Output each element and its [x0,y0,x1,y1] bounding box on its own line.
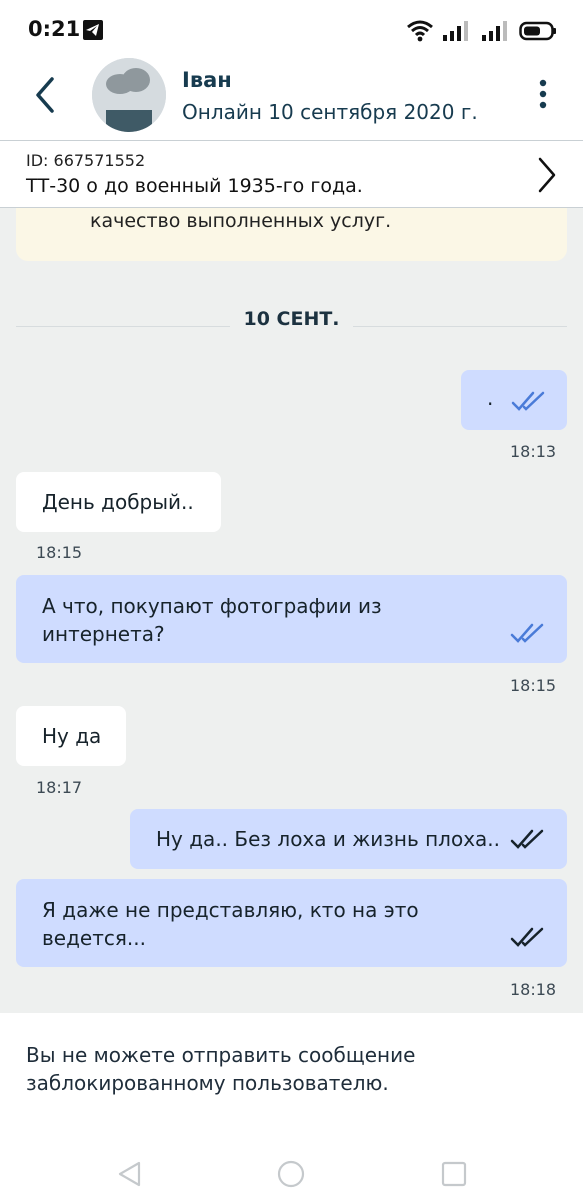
avatar-placeholder-icon [92,58,166,132]
nav-recents-icon[interactable] [439,1159,469,1189]
avatar[interactable] [92,58,166,132]
message-text: Ну да [42,724,102,748]
message-time: 18:15 [510,676,557,695]
date-label: 10 СЕНТ. [243,308,340,330]
blocked-footer: Вы не можете отправить сообщение заблоки… [0,1013,583,1200]
nav-back-icon[interactable] [115,1159,145,1189]
date-separator: 10 СЕНТ. [16,306,567,330]
message-time: 18:15 [36,543,83,562]
message-text-line: Я даже не представляю, кто на это [42,898,419,922]
message-bubble-outgoing[interactable]: . [461,370,567,430]
signal-icon [482,21,507,41]
double-check-icon [510,623,544,643]
wifi-icon [407,20,433,42]
chat-messages[interactable]: качество выполненных услуг. 10 СЕНТ. . 1… [0,208,583,1013]
double-check-icon [510,829,544,849]
message-bubble-outgoing[interactable]: А что, покупают фотографии из интернета? [16,575,567,663]
message-text: . [487,386,494,410]
signal-icon [443,21,468,41]
listing-id: ID: 667571552 [26,151,146,170]
message-text: Ну да.. Без лоха и жизнь плоха.. [156,827,501,851]
listing-title: ТТ-30 о до военный 1935-го года. [26,175,363,197]
message-bubble-incoming[interactable]: День добрый.. [16,472,221,532]
status-time: 0:21 [28,17,81,41]
contact-name[interactable]: Іван [182,68,232,92]
system-notice-text: качество выполненных услуг. [90,210,392,232]
contact-status: Онлайн 10 сентября 2020 г. [182,100,478,124]
blocked-message-line: заблокированному пользователю. [26,1071,389,1095]
message-text-line: ведется... [42,926,146,950]
double-check-icon [511,391,545,411]
listing-bar[interactable]: ID: 667571552 ТТ-30 о до военный 1935-го… [0,140,583,208]
system-notice: качество выполненных услуг. [16,208,567,261]
message-text-line: А что, покупают фотографии из [42,594,382,618]
telegram-icon [83,20,103,40]
message-text-line: интернета? [42,622,165,646]
blocked-message: Вы не можете отправить сообщение заблоки… [26,1041,556,1097]
message-bubble-outgoing[interactable]: Ну да.. Без лоха и жизнь плоха.. [130,809,567,869]
nav-home-icon[interactable] [276,1159,306,1189]
chevron-right-icon[interactable] [535,155,559,195]
chat-header: Іван Онлайн 10 сентября 2020 г. [0,58,583,140]
message-time: 18:17 [36,778,83,797]
message-time: 18:13 [510,442,557,461]
blocked-message-line: Вы не можете отправить сообщение [26,1043,416,1067]
message-text: День добрый.. [42,490,194,514]
battery-icon [519,21,556,41]
chevron-left-icon[interactable] [28,74,64,116]
message-bubble-outgoing[interactable]: Я даже не представляю, кто на это ведетс… [16,879,567,967]
double-check-icon [510,927,544,947]
more-vertical-icon[interactable] [533,78,553,112]
status-bar: 0:21 [0,0,583,58]
message-time: 18:18 [510,980,557,999]
message-bubble-incoming[interactable]: Ну да [16,706,126,766]
